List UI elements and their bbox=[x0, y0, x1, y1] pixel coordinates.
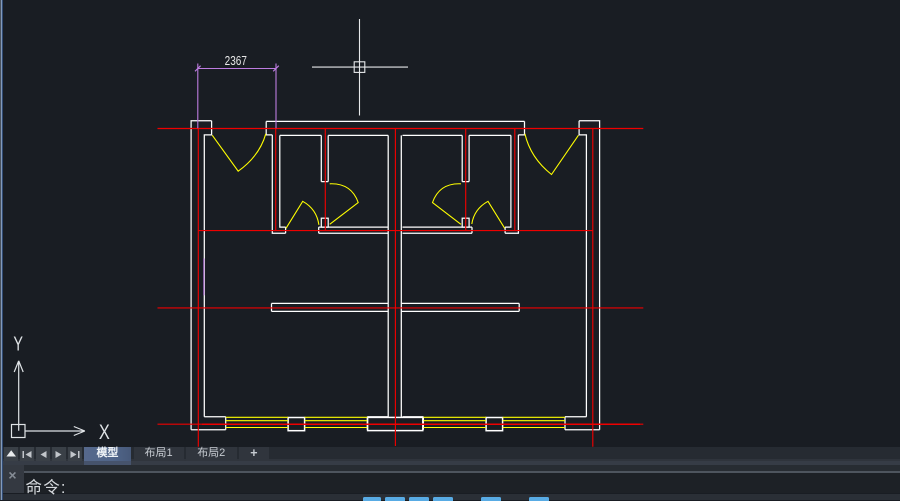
svg-text:Y: Y bbox=[13, 332, 23, 355]
svg-text:X: X bbox=[99, 420, 110, 443]
svg-text:2367: 2367 bbox=[225, 54, 247, 69]
